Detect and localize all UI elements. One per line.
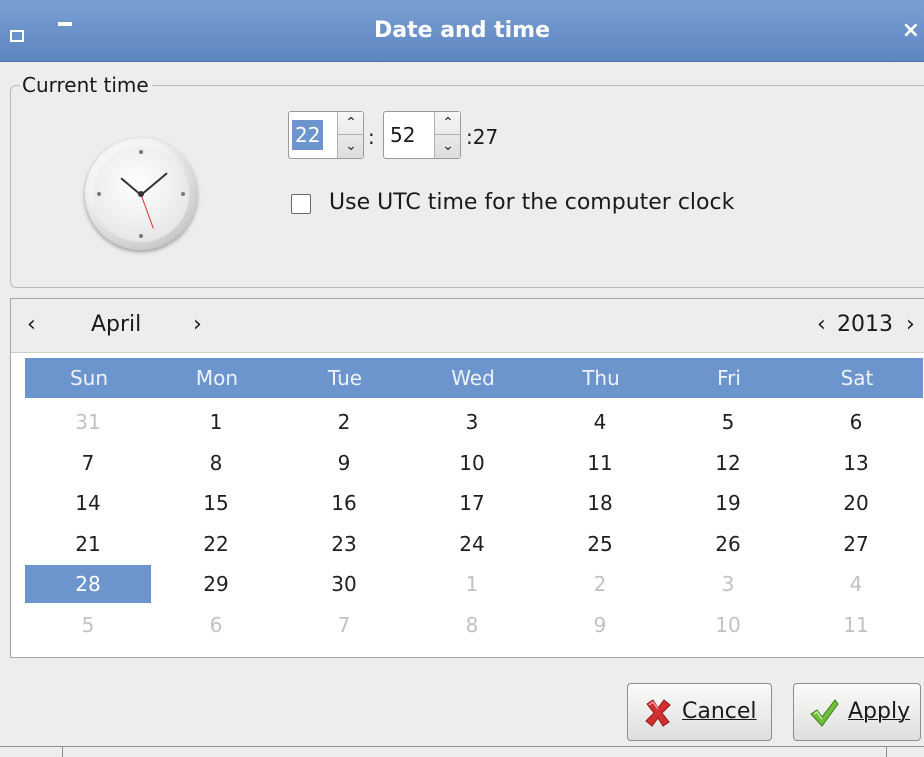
window-title: Date and time — [373, 18, 551, 43]
calendar-day[interactable]: 8 — [409, 606, 535, 644]
hour-value[interactable]: 22 — [292, 120, 324, 150]
clock-center — [138, 191, 144, 197]
calendar-day[interactable]: 2 — [537, 565, 663, 603]
cancel-label: Cancel — [682, 699, 757, 724]
year-label: 2013 — [837, 312, 893, 337]
next-month-icon[interactable]: › — [193, 309, 202, 341]
current-time-label: Current time — [20, 72, 152, 98]
calendar-day[interactable]: 7 — [25, 444, 151, 482]
hour-spinbox[interactable]: 22 ⌃ ⌄ — [288, 111, 364, 159]
calendar-day[interactable]: 5 — [665, 403, 791, 441]
minute-down-icon[interactable]: ⌄ — [435, 135, 461, 158]
calendar-day[interactable]: 21 — [25, 525, 151, 563]
calendar-day[interactable]: 4 — [537, 403, 663, 441]
weekday-sun: Sun — [69, 366, 109, 390]
calendar-day[interactable]: 8 — [153, 444, 279, 482]
weekday-mon: Mon — [195, 366, 239, 390]
weekday-sat: Sat — [840, 366, 874, 390]
close-icon[interactable]: × — [902, 0, 920, 62]
calendar-day[interactable]: 4 — [793, 565, 919, 603]
hour-up-icon[interactable]: ⌃ — [338, 112, 364, 135]
seconds-value: :27 — [466, 125, 499, 149]
utc-checkbox-label[interactable]: Use UTC time for the computer clock — [329, 188, 734, 218]
next-year-icon[interactable]: › — [906, 309, 915, 341]
calendar-header: ‹ April › ‹ 2013 › — [11, 299, 924, 353]
green-check-icon — [810, 699, 839, 727]
red-x-icon — [645, 699, 671, 727]
calendar-day[interactable]: 10 — [665, 606, 791, 644]
calendar-day[interactable]: 29 — [153, 565, 279, 603]
analog-clock-icon — [85, 138, 197, 250]
weekday-tue: Tue — [327, 366, 363, 390]
apply-button[interactable]: Apply — [793, 683, 921, 741]
minute-value[interactable]: 52 — [387, 120, 418, 150]
calendar-day[interactable]: 27 — [793, 525, 919, 563]
calendar-day[interactable]: 25 — [537, 525, 663, 563]
minute-spinbox[interactable]: 52 ⌃ ⌄ — [383, 111, 461, 159]
calendar-day[interactable]: 30 — [281, 565, 407, 603]
weekday-fri: Fri — [717, 366, 741, 390]
calendar-day[interactable]: 15 — [153, 484, 279, 522]
calendar-day[interactable]: 16 — [281, 484, 407, 522]
calendar-day[interactable]: 9 — [281, 444, 407, 482]
calendar-day[interactable]: 2 — [281, 403, 407, 441]
prev-year-icon[interactable]: ‹ — [817, 309, 826, 341]
cancel-button[interactable]: Cancel — [627, 683, 772, 741]
title-bar: Date and time × — [0, 0, 924, 62]
calendar-day[interactable]: 1 — [409, 565, 535, 603]
calendar-day[interactable]: 11 — [537, 444, 663, 482]
calendar-day[interactable]: 10 — [409, 444, 535, 482]
calendar-day[interactable]: 3 — [409, 403, 535, 441]
weekday-thu: Thu — [582, 366, 620, 390]
hour-spin-arrows[interactable]: ⌃ ⌄ — [337, 112, 364, 158]
calendar-day[interactable]: 22 — [153, 525, 279, 563]
calendar-day[interactable]: 23 — [281, 525, 407, 563]
minute-up-icon[interactable]: ⌃ — [435, 112, 461, 135]
calendar-day[interactable]: 6 — [153, 606, 279, 644]
weekday-wed: Wed — [451, 366, 495, 390]
utc-checkbox[interactable] — [291, 194, 311, 214]
calendar-day[interactable]: 14 — [25, 484, 151, 522]
time-separator: : — [368, 125, 375, 149]
clock-mark — [97, 192, 101, 196]
clock-mark — [139, 150, 143, 154]
calendar-day[interactable]: 3 — [665, 565, 791, 603]
calendar-day[interactable]: 6 — [793, 403, 919, 441]
minute-spin-arrows[interactable]: ⌃ ⌄ — [434, 112, 461, 158]
calendar-day[interactable]: 26 — [665, 525, 791, 563]
calendar: ‹ April › ‹ 2013 › Sun Mon Tue Wed Thu Fri Sat… — [10, 298, 924, 658]
hour-down-icon[interactable]: ⌄ — [338, 135, 364, 158]
prev-month-icon[interactable]: ‹ — [27, 309, 36, 341]
calendar-day[interactable]: 20 — [793, 484, 919, 522]
month-label: April — [91, 312, 142, 337]
calendar-day[interactable]: 5 — [25, 606, 151, 644]
calendar-day[interactable]: 19 — [665, 484, 791, 522]
calendar-day[interactable]: 13 — [793, 444, 919, 482]
calendar-day[interactable]: 12 — [665, 444, 791, 482]
clock-mark — [139, 234, 143, 238]
calendar-day[interactable]: 11 — [793, 606, 919, 644]
calendar-day[interactable]: 31 — [25, 403, 151, 441]
calendar-day[interactable]: 9 — [537, 606, 663, 644]
weekday-header-row: Sun Mon Tue Wed Thu Fri Sat — [25, 358, 923, 398]
calendar-day[interactable]: 1 — [153, 403, 279, 441]
bottom-panel-edge — [0, 746, 924, 757]
clock-mark — [181, 192, 185, 196]
apply-label: Apply — [848, 699, 911, 724]
calendar-day[interactable]: 28 — [25, 565, 151, 603]
calendar-day[interactable]: 17 — [409, 484, 535, 522]
calendar-day[interactable]: 18 — [537, 484, 663, 522]
calendar-day[interactable]: 24 — [409, 525, 535, 563]
calendar-day[interactable]: 7 — [281, 606, 407, 644]
